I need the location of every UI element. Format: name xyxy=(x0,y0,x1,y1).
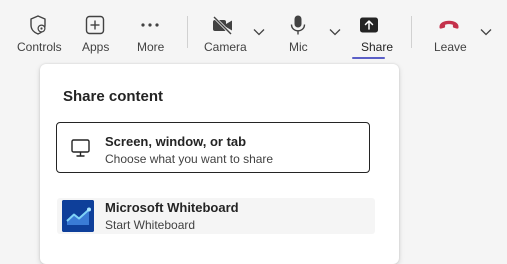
camera-button[interactable]: Camera xyxy=(202,0,247,60)
mic-label: Mic xyxy=(289,40,308,54)
controls-button[interactable]: Controls xyxy=(14,0,62,60)
share-content-panel: Share content Screen, window, or tab Cho… xyxy=(40,64,399,264)
share-screen-icon xyxy=(357,13,381,37)
share-active-indicator xyxy=(352,57,385,59)
mic-button[interactable]: Mic xyxy=(286,0,310,60)
toolbar-separator xyxy=(411,16,412,48)
more-ellipsis-icon xyxy=(138,13,162,37)
controls-label: Controls xyxy=(17,40,62,54)
option-title: Screen, window, or tab xyxy=(105,134,247,149)
phone-hangup-icon xyxy=(437,13,461,37)
share-button[interactable]: Share xyxy=(353,0,393,60)
camera-label: Camera xyxy=(204,40,247,54)
more-label: More xyxy=(137,40,165,54)
camera-off-icon xyxy=(211,13,235,37)
controls-shield-icon xyxy=(26,13,50,37)
leave-label: Leave xyxy=(434,40,467,54)
panel-title: Share content xyxy=(63,88,164,105)
share-label: Share xyxy=(361,40,394,54)
whiteboard-logo-icon xyxy=(62,200,94,232)
whiteboard-option[interactable]: Microsoft Whiteboard Start Whiteboard xyxy=(57,198,375,234)
leave-button[interactable]: Leave xyxy=(430,0,467,60)
apps-button[interactable]: Apps xyxy=(80,0,110,60)
toolbar-separator xyxy=(187,16,188,48)
leave-options-chevron-down-icon[interactable] xyxy=(478,24,494,40)
option-title: Microsoft Whiteboard xyxy=(105,200,239,215)
option-subtitle: Start Whiteboard xyxy=(105,218,196,232)
camera-options-chevron-down-icon[interactable] xyxy=(251,24,267,40)
monitor-icon xyxy=(70,138,92,158)
mic-options-chevron-down-icon[interactable] xyxy=(327,24,343,40)
microphone-icon xyxy=(286,13,310,37)
share-screen-option[interactable]: Screen, window, or tab Choose what you w… xyxy=(56,122,370,173)
more-button[interactable]: More xyxy=(134,0,166,60)
apps-add-icon xyxy=(83,13,107,37)
meeting-toolbar: Controls Apps More Camera Mic Share Leav… xyxy=(0,0,507,64)
option-subtitle: Choose what you want to share xyxy=(105,152,274,166)
apps-label: Apps xyxy=(82,40,110,54)
